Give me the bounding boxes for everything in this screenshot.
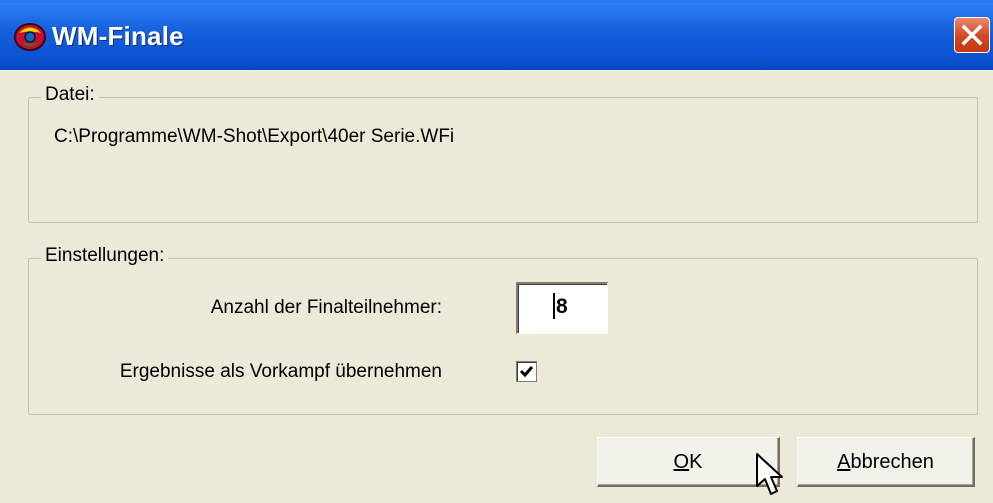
app-icon xyxy=(14,23,46,51)
dialog-window: WM-Finale Datei: C:\Programme\WM-Shot\Ex… xyxy=(0,0,993,503)
ok-button[interactable]: OK xyxy=(597,437,780,487)
datei-legend: Datei: xyxy=(41,84,99,106)
einstellungen-legend: Einstellungen: xyxy=(41,245,169,267)
einstellungen-group: Einstellungen: Anzahl der Finalteilnehme… xyxy=(28,245,978,415)
results-checkbox[interactable] xyxy=(516,361,537,382)
ok-mnemonic: O xyxy=(673,451,690,473)
checkmark-icon xyxy=(519,366,534,378)
mouse-cursor-icon xyxy=(756,453,783,495)
close-icon xyxy=(961,24,983,46)
title-bar[interactable]: WM-Finale xyxy=(0,0,993,70)
text-caret xyxy=(553,293,555,319)
file-path: C:\Programme\WM-Shot\Export\40er Serie.W… xyxy=(54,126,455,147)
datei-group: Datei: C:\Programme\WM-Shot\Export\40er … xyxy=(28,84,978,223)
finalists-input[interactable]: 8 xyxy=(516,282,608,334)
finalists-value: 8 xyxy=(556,295,568,318)
results-label: Ergebnisse als Vorkampf übernehmen xyxy=(119,361,442,382)
window-title: WM-Finale xyxy=(52,21,184,51)
finalists-label: Anzahl der Finalteilnehmer: xyxy=(210,297,442,318)
close-button[interactable] xyxy=(954,17,990,53)
cancel-mnemonic: A xyxy=(837,451,851,473)
ok-label: K xyxy=(689,451,703,473)
cancel-label: bbrechen xyxy=(850,451,934,473)
cancel-button[interactable]: Abbrechen xyxy=(797,437,975,487)
